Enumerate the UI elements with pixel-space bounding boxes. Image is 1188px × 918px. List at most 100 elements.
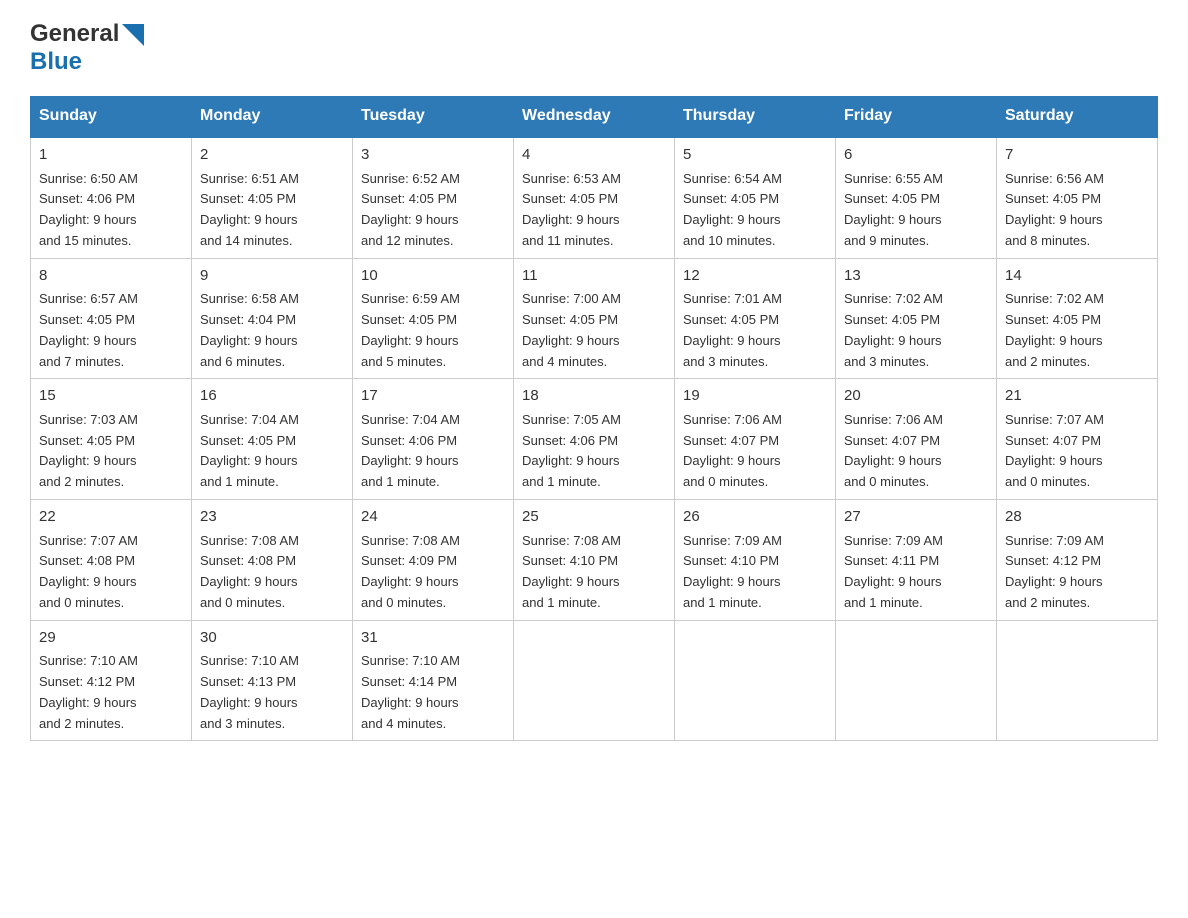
day-number: 14	[1005, 265, 1149, 288]
col-header-friday: Friday	[836, 97, 997, 137]
day-number: 29	[39, 627, 183, 650]
calendar-cell	[514, 620, 675, 741]
day-info: Sunrise: 7:04 AMSunset: 4:05 PMDaylight:…	[200, 410, 344, 493]
calendar-cell: 7Sunrise: 6:56 AMSunset: 4:05 PMDaylight…	[997, 137, 1158, 259]
calendar-cell: 19Sunrise: 7:06 AMSunset: 4:07 PMDayligh…	[675, 379, 836, 500]
calendar-cell: 14Sunrise: 7:02 AMSunset: 4:05 PMDayligh…	[997, 258, 1158, 379]
calendar-cell: 21Sunrise: 7:07 AMSunset: 4:07 PMDayligh…	[997, 379, 1158, 500]
day-info: Sunrise: 6:55 AMSunset: 4:05 PMDaylight:…	[844, 169, 988, 252]
day-info: Sunrise: 6:53 AMSunset: 4:05 PMDaylight:…	[522, 169, 666, 252]
col-header-saturday: Saturday	[997, 97, 1158, 137]
day-info: Sunrise: 7:02 AMSunset: 4:05 PMDaylight:…	[844, 289, 988, 372]
day-info: Sunrise: 7:08 AMSunset: 4:10 PMDaylight:…	[522, 531, 666, 614]
day-info: Sunrise: 7:07 AMSunset: 4:08 PMDaylight:…	[39, 531, 183, 614]
logo: General Blue	[30, 20, 144, 76]
day-number: 20	[844, 385, 988, 408]
day-number: 15	[39, 385, 183, 408]
day-info: Sunrise: 7:10 AMSunset: 4:12 PMDaylight:…	[39, 651, 183, 734]
day-info: Sunrise: 7:08 AMSunset: 4:08 PMDaylight:…	[200, 531, 344, 614]
calendar-cell: 27Sunrise: 7:09 AMSunset: 4:11 PMDayligh…	[836, 500, 997, 621]
day-info: Sunrise: 6:58 AMSunset: 4:04 PMDaylight:…	[200, 289, 344, 372]
calendar-cell: 5Sunrise: 6:54 AMSunset: 4:05 PMDaylight…	[675, 137, 836, 259]
day-info: Sunrise: 6:52 AMSunset: 4:05 PMDaylight:…	[361, 169, 505, 252]
day-info: Sunrise: 7:08 AMSunset: 4:09 PMDaylight:…	[361, 531, 505, 614]
day-number: 12	[683, 265, 827, 288]
day-number: 19	[683, 385, 827, 408]
day-info: Sunrise: 7:07 AMSunset: 4:07 PMDaylight:…	[1005, 410, 1149, 493]
day-info: Sunrise: 7:05 AMSunset: 4:06 PMDaylight:…	[522, 410, 666, 493]
calendar-cell: 26Sunrise: 7:09 AMSunset: 4:10 PMDayligh…	[675, 500, 836, 621]
day-number: 24	[361, 506, 505, 529]
col-header-monday: Monday	[192, 97, 353, 137]
calendar-cell: 23Sunrise: 7:08 AMSunset: 4:08 PMDayligh…	[192, 500, 353, 621]
day-number: 3	[361, 144, 505, 167]
calendar-cell: 12Sunrise: 7:01 AMSunset: 4:05 PMDayligh…	[675, 258, 836, 379]
col-header-wednesday: Wednesday	[514, 97, 675, 137]
calendar-cell: 29Sunrise: 7:10 AMSunset: 4:12 PMDayligh…	[31, 620, 192, 741]
day-info: Sunrise: 7:02 AMSunset: 4:05 PMDaylight:…	[1005, 289, 1149, 372]
day-number: 26	[683, 506, 827, 529]
day-info: Sunrise: 6:50 AMSunset: 4:06 PMDaylight:…	[39, 169, 183, 252]
day-number: 17	[361, 385, 505, 408]
calendar-cell: 13Sunrise: 7:02 AMSunset: 4:05 PMDayligh…	[836, 258, 997, 379]
calendar-cell: 24Sunrise: 7:08 AMSunset: 4:09 PMDayligh…	[353, 500, 514, 621]
day-info: Sunrise: 7:10 AMSunset: 4:14 PMDaylight:…	[361, 651, 505, 734]
day-number: 31	[361, 627, 505, 650]
day-info: Sunrise: 7:10 AMSunset: 4:13 PMDaylight:…	[200, 651, 344, 734]
logo-general-text: General	[30, 20, 119, 48]
calendar-cell: 4Sunrise: 6:53 AMSunset: 4:05 PMDaylight…	[514, 137, 675, 259]
calendar-week-5: 29Sunrise: 7:10 AMSunset: 4:12 PMDayligh…	[31, 620, 1158, 741]
logo-icon	[122, 24, 144, 46]
calendar-cell: 15Sunrise: 7:03 AMSunset: 4:05 PMDayligh…	[31, 379, 192, 500]
calendar-cell: 2Sunrise: 6:51 AMSunset: 4:05 PMDaylight…	[192, 137, 353, 259]
calendar-cell: 18Sunrise: 7:05 AMSunset: 4:06 PMDayligh…	[514, 379, 675, 500]
day-number: 9	[200, 265, 344, 288]
calendar-cell	[675, 620, 836, 741]
calendar-cell: 17Sunrise: 7:04 AMSunset: 4:06 PMDayligh…	[353, 379, 514, 500]
day-number: 30	[200, 627, 344, 650]
calendar-table: SundayMondayTuesdayWednesdayThursdayFrid…	[30, 96, 1158, 741]
calendar-cell: 6Sunrise: 6:55 AMSunset: 4:05 PMDaylight…	[836, 137, 997, 259]
day-number: 1	[39, 144, 183, 167]
day-info: Sunrise: 7:09 AMSunset: 4:10 PMDaylight:…	[683, 531, 827, 614]
day-info: Sunrise: 7:06 AMSunset: 4:07 PMDaylight:…	[683, 410, 827, 493]
calendar-cell: 3Sunrise: 6:52 AMSunset: 4:05 PMDaylight…	[353, 137, 514, 259]
calendar-week-3: 15Sunrise: 7:03 AMSunset: 4:05 PMDayligh…	[31, 379, 1158, 500]
day-number: 8	[39, 265, 183, 288]
day-number: 6	[844, 144, 988, 167]
day-info: Sunrise: 7:03 AMSunset: 4:05 PMDaylight:…	[39, 410, 183, 493]
day-number: 4	[522, 144, 666, 167]
calendar-cell: 9Sunrise: 6:58 AMSunset: 4:04 PMDaylight…	[192, 258, 353, 379]
calendar-week-2: 8Sunrise: 6:57 AMSunset: 4:05 PMDaylight…	[31, 258, 1158, 379]
calendar-cell: 31Sunrise: 7:10 AMSunset: 4:14 PMDayligh…	[353, 620, 514, 741]
page-header: General Blue	[30, 20, 1158, 76]
calendar-week-4: 22Sunrise: 7:07 AMSunset: 4:08 PMDayligh…	[31, 500, 1158, 621]
day-number: 5	[683, 144, 827, 167]
day-info: Sunrise: 6:57 AMSunset: 4:05 PMDaylight:…	[39, 289, 183, 372]
day-info: Sunrise: 7:09 AMSunset: 4:11 PMDaylight:…	[844, 531, 988, 614]
day-info: Sunrise: 7:00 AMSunset: 4:05 PMDaylight:…	[522, 289, 666, 372]
calendar-cell	[997, 620, 1158, 741]
col-header-thursday: Thursday	[675, 97, 836, 137]
day-info: Sunrise: 6:56 AMSunset: 4:05 PMDaylight:…	[1005, 169, 1149, 252]
calendar-cell: 22Sunrise: 7:07 AMSunset: 4:08 PMDayligh…	[31, 500, 192, 621]
logo-blue-text: Blue	[30, 48, 82, 75]
calendar-cell: 20Sunrise: 7:06 AMSunset: 4:07 PMDayligh…	[836, 379, 997, 500]
calendar-cell: 11Sunrise: 7:00 AMSunset: 4:05 PMDayligh…	[514, 258, 675, 379]
day-number: 25	[522, 506, 666, 529]
calendar-cell: 1Sunrise: 6:50 AMSunset: 4:06 PMDaylight…	[31, 137, 192, 259]
calendar-cell: 8Sunrise: 6:57 AMSunset: 4:05 PMDaylight…	[31, 258, 192, 379]
day-number: 28	[1005, 506, 1149, 529]
calendar-cell: 25Sunrise: 7:08 AMSunset: 4:10 PMDayligh…	[514, 500, 675, 621]
day-number: 22	[39, 506, 183, 529]
calendar-cell: 30Sunrise: 7:10 AMSunset: 4:13 PMDayligh…	[192, 620, 353, 741]
day-number: 23	[200, 506, 344, 529]
day-number: 11	[522, 265, 666, 288]
day-number: 13	[844, 265, 988, 288]
calendar-header-row: SundayMondayTuesdayWednesdayThursdayFrid…	[31, 97, 1158, 137]
day-number: 16	[200, 385, 344, 408]
day-info: Sunrise: 6:54 AMSunset: 4:05 PMDaylight:…	[683, 169, 827, 252]
calendar-cell: 28Sunrise: 7:09 AMSunset: 4:12 PMDayligh…	[997, 500, 1158, 621]
day-number: 2	[200, 144, 344, 167]
day-info: Sunrise: 6:51 AMSunset: 4:05 PMDaylight:…	[200, 169, 344, 252]
